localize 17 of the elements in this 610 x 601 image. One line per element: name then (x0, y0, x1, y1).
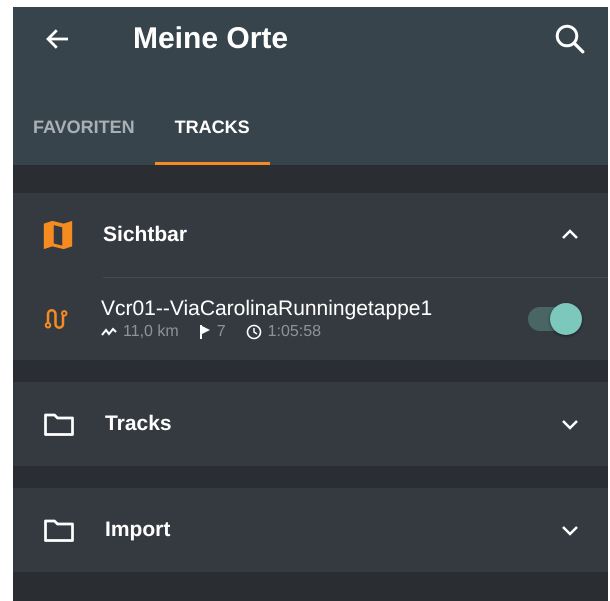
group-header[interactable]: Sichtbar (13, 193, 608, 277)
track-name: Vcr01--ViaCarolinaRunningetappe1 (101, 297, 434, 321)
group-header[interactable]: Import (13, 488, 608, 572)
tab[interactable]: FAVORITEN (13, 71, 155, 165)
distance-icon (101, 326, 117, 338)
group-name: Tracks (105, 412, 173, 436)
track-duration: 1:05:58 (268, 323, 322, 341)
map-icon (41, 218, 75, 252)
group-header[interactable]: Tracks (13, 382, 608, 466)
group-name: Import (105, 518, 172, 542)
waypoint-count: 7 (216, 323, 226, 341)
group-name: Sichtbar (103, 223, 188, 247)
tab[interactable]: TRACKS (154, 71, 270, 165)
flag-icon (198, 325, 211, 339)
clock-icon (246, 324, 262, 340)
screen-title: Meine Orte (133, 22, 290, 56)
track-distance: 11,0 km (123, 323, 179, 341)
